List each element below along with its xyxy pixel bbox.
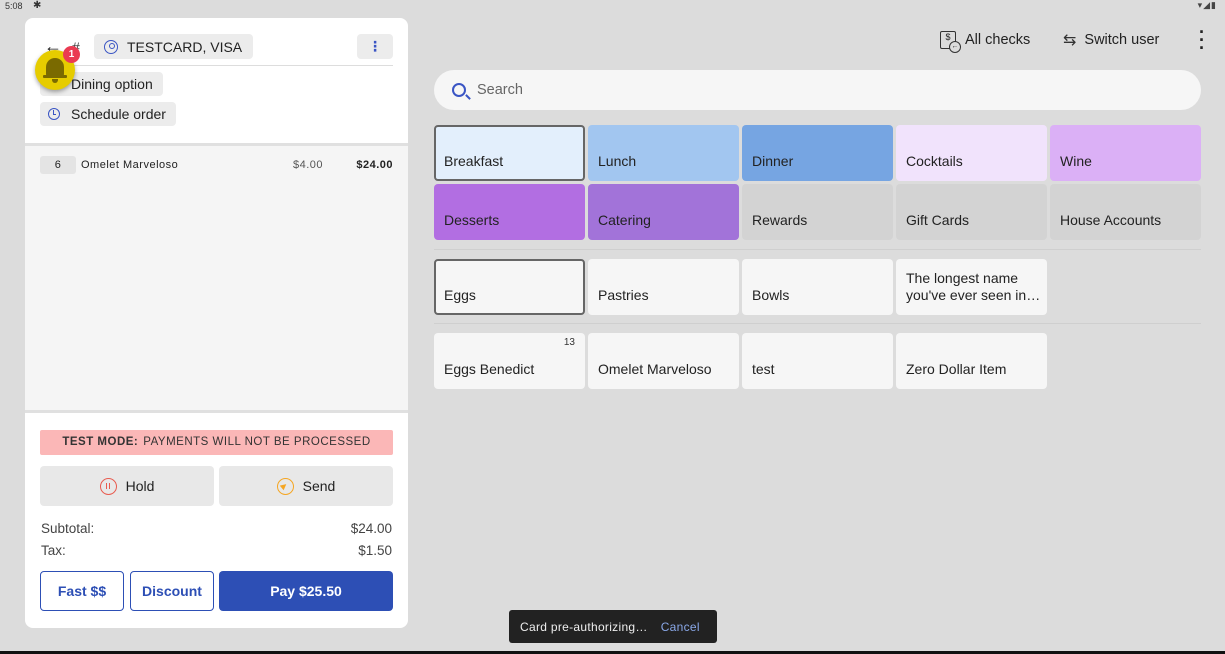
line-item-name: Omelet Marveloso: [81, 159, 179, 171]
hold-label: Hold: [125, 478, 155, 494]
send-icon: [276, 477, 294, 495]
menu-item-tile-count: 13: [563, 337, 575, 348]
subtotal-label: Subtotal:: [41, 521, 95, 536]
menu-item-tile-label: Eggs Benedict: [444, 361, 535, 377]
snackbar-message: Card pre-authorizing…: [520, 619, 648, 634]
category-tile-label: Cocktails: [906, 153, 963, 169]
switch-user-label: Switch user: [1084, 32, 1160, 48]
customer-chip[interactable]: TESTCARD, VISA: [94, 34, 254, 59]
search-input[interactable]: [477, 82, 1177, 98]
category-tile[interactable]: Gift Cards: [896, 184, 1047, 240]
search-bar[interactable]: [434, 70, 1201, 110]
tax-label: Tax:: [41, 543, 66, 558]
subtotal-value: $24.00: [350, 521, 392, 536]
snackbar-cancel-button[interactable]: Cancel: [661, 620, 700, 634]
category-tile-label: Breakfast: [444, 153, 504, 169]
gear-icon: ✱: [33, 0, 42, 11]
menu-item-tile[interactable]: Zero Dollar Item: [896, 333, 1047, 389]
order-header: ← # TESTCARD, VISA ⋮ Dining option Sched…: [25, 18, 408, 143]
subcategory-tile-label: The longest name you've ever seen in…: [906, 270, 1041, 303]
system-status-icons: ▾◢▮: [1197, 0, 1217, 10]
test-mode-label: TEST MODE:: [62, 436, 139, 448]
order-line[interactable]: 6 Omelet Marveloso $4.00 $24.00: [40, 155, 393, 175]
category-tile[interactable]: Rewards: [742, 184, 893, 240]
all-checks-button[interactable]: $ All checks: [940, 30, 1031, 53]
category-tile[interactable]: Lunch: [588, 125, 739, 181]
order-more-button[interactable]: ⋮: [357, 34, 393, 59]
line-total: $24.00: [356, 159, 393, 171]
switch-user-button[interactable]: ⇆ Switch user: [1063, 30, 1159, 50]
category-tile[interactable]: Wine: [1050, 125, 1201, 181]
overflow-menu-icon[interactable]: · · ·: [1196, 23, 1208, 57]
category-tile[interactable]: Catering: [588, 184, 739, 240]
subcategory-tile[interactable]: Pastries: [588, 259, 739, 315]
subtotal-row: Subtotal: $24.00: [41, 521, 392, 536]
menu-item-tile[interactable]: Eggs Benedict 13: [434, 333, 585, 389]
pay-button[interactable]: Pay $25.50: [219, 571, 393, 611]
test-mode-banner: TEST MODE: PAYMENTS WILL NOT BE PROCESSED: [40, 430, 393, 455]
person-icon: [104, 39, 118, 54]
category-tile-label: Dinner: [752, 153, 794, 169]
subcategory-tile[interactable]: Bowls: [742, 259, 893, 315]
bell-icon: [43, 58, 67, 78]
category-tile-label: Lunch: [598, 153, 637, 169]
category-tile[interactable]: Cocktails: [896, 125, 1047, 181]
snackbar: Card pre-authorizing… Cancel: [509, 610, 717, 643]
send-label: Send: [302, 478, 336, 494]
category-tile[interactable]: Dinner: [742, 125, 893, 181]
category-grid: Breakfast Lunch Dinner Cocktails Wine Dessert…: [434, 125, 1201, 240]
search-icon: [452, 83, 466, 97]
order-footer: TEST MODE: PAYMENTS WILL NOT BE PROCESSED…: [25, 413, 408, 628]
tax-value: $1.50: [358, 543, 392, 558]
line-unit-price: $4.00: [293, 159, 324, 171]
swap-arrows-icon: ⇆: [1063, 32, 1077, 49]
send-button[interactable]: Send: [219, 466, 393, 506]
clock-time: 5:08: [5, 1, 23, 11]
schedule-order-label: Schedule order: [71, 106, 166, 122]
notification-badge: 1: [63, 46, 80, 63]
header-divider: [40, 65, 393, 66]
receipt-icon: $: [940, 31, 961, 53]
bell-clapper: [52, 79, 58, 83]
category-tile-label: Desserts: [444, 212, 500, 228]
divider: [434, 249, 1201, 250]
order-panel: ← # TESTCARD, VISA ⋮ Dining option Sched…: [25, 18, 408, 628]
category-tile-label: Catering: [598, 212, 651, 228]
category-tile[interactable]: Breakfast: [434, 125, 585, 181]
status-bar: 5:08 ✱ ▾◢▮: [0, 0, 1225, 12]
tax-row: Tax: $1.50: [41, 543, 392, 558]
subcategory-tile[interactable]: The longest name you've ever seen in…: [896, 259, 1047, 315]
pause-icon: [99, 477, 117, 495]
subcategory-tile-label: Bowls: [752, 287, 790, 303]
schedule-order-chip[interactable]: Schedule order: [40, 102, 176, 126]
category-tile[interactable]: Desserts: [434, 184, 585, 240]
category-tile-label: Gift Cards: [906, 212, 970, 228]
clock-icon: [48, 108, 60, 120]
menu-item-tile[interactable]: test: [742, 333, 893, 389]
divider: [434, 323, 1201, 324]
menu-item-tile-label: Omelet Marveloso: [598, 361, 712, 377]
order-lines: 6 Omelet Marveloso $4.00 $24.00: [25, 143, 408, 413]
fast-cash-button[interactable]: Fast $$: [40, 571, 124, 611]
category-tile-label: Wine: [1060, 153, 1092, 169]
item-grid: Eggs Benedict 13 Omelet Marveloso test Zero …: [434, 333, 1201, 389]
category-tile[interactable]: House Accounts: [1050, 184, 1201, 240]
category-tile-label: Rewards: [752, 212, 808, 228]
hold-button[interactable]: Hold: [40, 466, 214, 506]
line-quantity[interactable]: 6: [40, 156, 76, 174]
subcategory-tile[interactable]: Eggs: [434, 259, 585, 315]
all-checks-label: All checks: [965, 32, 1031, 48]
test-mode-text: PAYMENTS WILL NOT BE PROCESSED: [143, 436, 371, 448]
subcategory-grid: Eggs Pastries Bowls The longest name you've…: [434, 259, 1201, 315]
subcategory-tile-label: Pastries: [598, 287, 649, 303]
discount-button[interactable]: Discount: [130, 571, 214, 611]
customer-name: TESTCARD, VISA: [127, 38, 243, 55]
dining-option-label: Dining option: [71, 76, 153, 92]
menu-item-tile-label: Zero Dollar Item: [906, 361, 1007, 377]
menu-item-tile-label: test: [752, 361, 775, 377]
menu-item-tile[interactable]: Omelet Marveloso: [588, 333, 739, 389]
category-tile-label: House Accounts: [1060, 212, 1162, 228]
subcategory-tile-label: Eggs: [444, 287, 476, 303]
